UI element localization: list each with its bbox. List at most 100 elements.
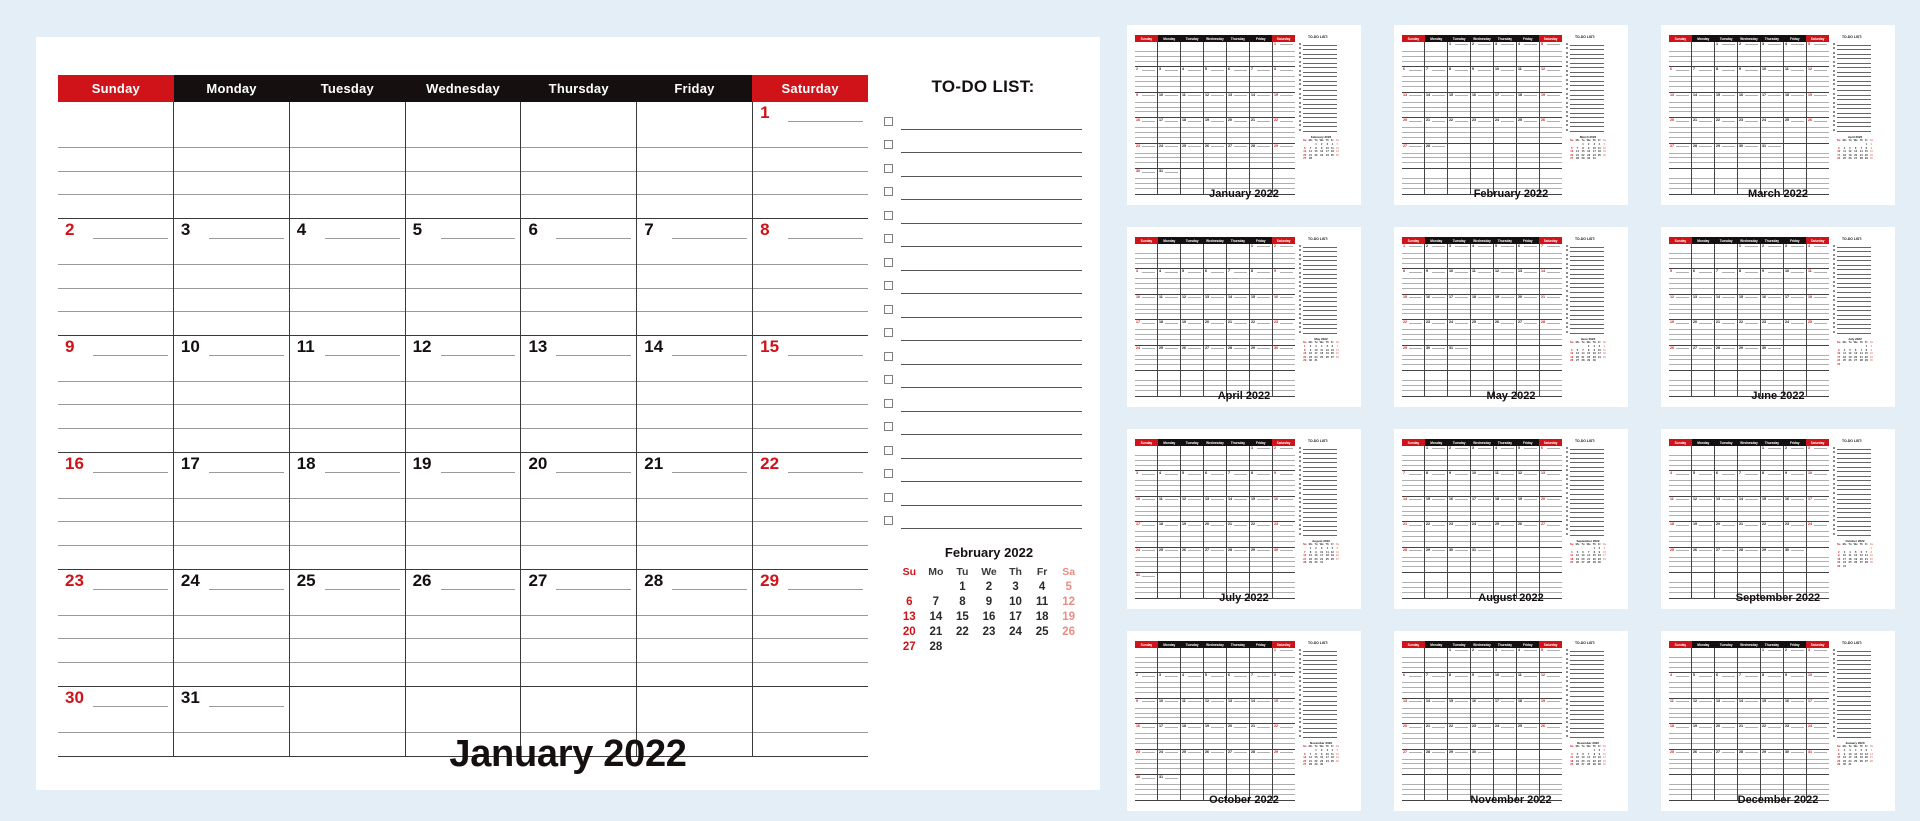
day-note-rule[interactable] bbox=[441, 688, 516, 706]
day-note-rule[interactable] bbox=[672, 337, 748, 356]
day-cell-empty[interactable] bbox=[289, 102, 406, 218]
day-note-rule[interactable] bbox=[556, 454, 632, 473]
month-thumbnail[interactable]: Sunday Monday Tuesday Wednesday Thursday Frid… bbox=[1394, 25, 1628, 205]
todo-item[interactable] bbox=[884, 271, 1082, 294]
todo-item[interactable] bbox=[884, 224, 1082, 247]
day-note-rule[interactable] bbox=[93, 454, 168, 473]
day-note-rule[interactable] bbox=[324, 337, 400, 356]
day-cell-14[interactable]: 14 bbox=[637, 335, 754, 452]
todo-item[interactable] bbox=[884, 153, 1082, 177]
checkbox-icon[interactable] bbox=[884, 445, 893, 455]
todo-write-line[interactable] bbox=[901, 256, 1082, 271]
todo-write-line[interactable] bbox=[901, 138, 1082, 153]
todo-write-line[interactable] bbox=[901, 491, 1082, 506]
checkbox-icon[interactable] bbox=[884, 234, 893, 243]
todo-write-line[interactable] bbox=[901, 514, 1082, 529]
todo-item[interactable] bbox=[884, 482, 1082, 506]
day-cell-5[interactable]: 5 bbox=[405, 218, 522, 335]
checkbox-icon[interactable] bbox=[884, 398, 893, 408]
day-cell-empty[interactable] bbox=[173, 102, 290, 218]
month-thumbnail[interactable]: Sunday Monday Tuesday Wednesday Thursday Frid… bbox=[1394, 227, 1628, 407]
day-note-rule[interactable] bbox=[325, 103, 400, 121]
month-thumbnail[interactable]: Sunday Monday Tuesday Wednesday Thursday Frid… bbox=[1127, 227, 1361, 407]
day-note-rule[interactable] bbox=[440, 454, 516, 473]
day-note-rule[interactable] bbox=[672, 103, 747, 121]
day-cell-29[interactable]: 29 bbox=[753, 570, 869, 686]
day-note-rule[interactable] bbox=[209, 103, 284, 121]
day-cell-empty[interactable] bbox=[58, 102, 174, 218]
todo-item[interactable] bbox=[884, 177, 1082, 200]
todo-write-line[interactable] bbox=[901, 350, 1082, 365]
todo-write-line[interactable] bbox=[901, 232, 1082, 247]
day-cell-4[interactable]: 4 bbox=[289, 218, 406, 335]
todo-item[interactable] bbox=[884, 412, 1082, 435]
todo-write-line[interactable] bbox=[901, 444, 1082, 459]
day-cell-1[interactable]: 1 bbox=[753, 102, 869, 218]
todo-write-line[interactable] bbox=[901, 162, 1082, 177]
day-note-rule[interactable] bbox=[324, 220, 400, 239]
day-cell-27[interactable]: 27 bbox=[521, 569, 638, 686]
month-thumbnail[interactable]: Sunday Monday Tuesday Wednesday Thursday Frid… bbox=[1127, 25, 1361, 205]
day-cell-3[interactable]: 3 bbox=[173, 218, 290, 335]
todo-item[interactable] bbox=[884, 318, 1082, 341]
day-note-rule[interactable] bbox=[556, 688, 631, 706]
checkbox-icon[interactable] bbox=[884, 187, 893, 196]
day-note-rule[interactable] bbox=[788, 571, 864, 590]
day-cell-15[interactable]: 15 bbox=[753, 336, 869, 452]
day-note-rule[interactable] bbox=[208, 337, 284, 356]
day-note-rule[interactable] bbox=[93, 571, 168, 590]
todo-item[interactable] bbox=[884, 294, 1082, 318]
todo-write-line[interactable] bbox=[901, 397, 1082, 412]
month-thumbnail[interactable]: Sunday Monday Tuesday Wednesday Thursday Frid… bbox=[1661, 631, 1895, 811]
day-note-rule[interactable] bbox=[556, 337, 632, 356]
checkbox-icon[interactable] bbox=[884, 492, 893, 502]
todo-item[interactable] bbox=[884, 130, 1082, 153]
checkbox-icon[interactable] bbox=[884, 140, 893, 149]
day-note-rule[interactable] bbox=[440, 337, 516, 356]
day-cell-20[interactable]: 20 bbox=[521, 452, 638, 569]
day-note-rule[interactable] bbox=[556, 103, 631, 121]
day-note-rule[interactable] bbox=[440, 571, 516, 590]
day-note-rule[interactable] bbox=[672, 688, 747, 706]
todo-item[interactable] bbox=[884, 435, 1082, 459]
day-note-rule[interactable] bbox=[788, 454, 864, 473]
day-note-rule[interactable] bbox=[208, 220, 284, 239]
month-thumbnail[interactable]: Sunday Monday Tuesday Wednesday Thursday Frid… bbox=[1127, 429, 1361, 609]
checkbox-icon[interactable] bbox=[884, 516, 893, 525]
day-note-rule[interactable] bbox=[440, 220, 516, 239]
day-cell-19[interactable]: 19 bbox=[405, 452, 522, 569]
checkbox-icon[interactable] bbox=[884, 163, 893, 173]
todo-write-line[interactable] bbox=[901, 420, 1082, 435]
checkbox-icon[interactable] bbox=[884, 328, 893, 337]
month-thumbnail[interactable]: Sunday Monday Tuesday Wednesday Thursday Frid… bbox=[1661, 25, 1895, 205]
todo-write-line[interactable] bbox=[901, 326, 1082, 341]
checkbox-icon[interactable] bbox=[884, 304, 893, 314]
todo-write-line[interactable] bbox=[901, 115, 1082, 130]
todo-item[interactable] bbox=[884, 459, 1082, 482]
month-thumbnail[interactable]: Sunday Monday Tuesday Wednesday Thursday Frid… bbox=[1394, 429, 1628, 609]
day-note-rule[interactable] bbox=[93, 337, 168, 356]
month-thumbnail[interactable]: Sunday Monday Tuesday Wednesday Thursday Frid… bbox=[1394, 631, 1628, 811]
day-note-rule[interactable] bbox=[788, 220, 864, 239]
day-cell-25[interactable]: 25 bbox=[289, 569, 406, 686]
day-note-rule[interactable] bbox=[556, 220, 632, 239]
checkbox-icon[interactable] bbox=[884, 469, 893, 478]
day-note-rule[interactable] bbox=[208, 571, 284, 590]
day-cell-empty[interactable] bbox=[521, 102, 638, 218]
todo-item[interactable] bbox=[884, 247, 1082, 271]
day-note-rule[interactable] bbox=[93, 103, 168, 121]
todo-write-line[interactable] bbox=[901, 279, 1082, 294]
month-thumbnail[interactable]: Sunday Monday Tuesday Wednesday Thursday Frid… bbox=[1661, 227, 1895, 407]
day-note-rule[interactable] bbox=[324, 571, 400, 590]
day-cell-21[interactable]: 21 bbox=[637, 452, 754, 569]
todo-item[interactable] bbox=[884, 506, 1082, 529]
checkbox-icon[interactable] bbox=[884, 422, 893, 431]
day-note-rule[interactable] bbox=[93, 688, 168, 707]
day-cell-28[interactable]: 28 bbox=[637, 569, 754, 686]
todo-item[interactable] bbox=[884, 106, 1082, 130]
day-note-rule[interactable] bbox=[208, 688, 284, 707]
day-cell-7[interactable]: 7 bbox=[637, 218, 754, 335]
day-note-rule[interactable] bbox=[788, 337, 864, 356]
day-note-rule[interactable] bbox=[672, 220, 748, 239]
day-cell-empty[interactable] bbox=[637, 102, 754, 218]
